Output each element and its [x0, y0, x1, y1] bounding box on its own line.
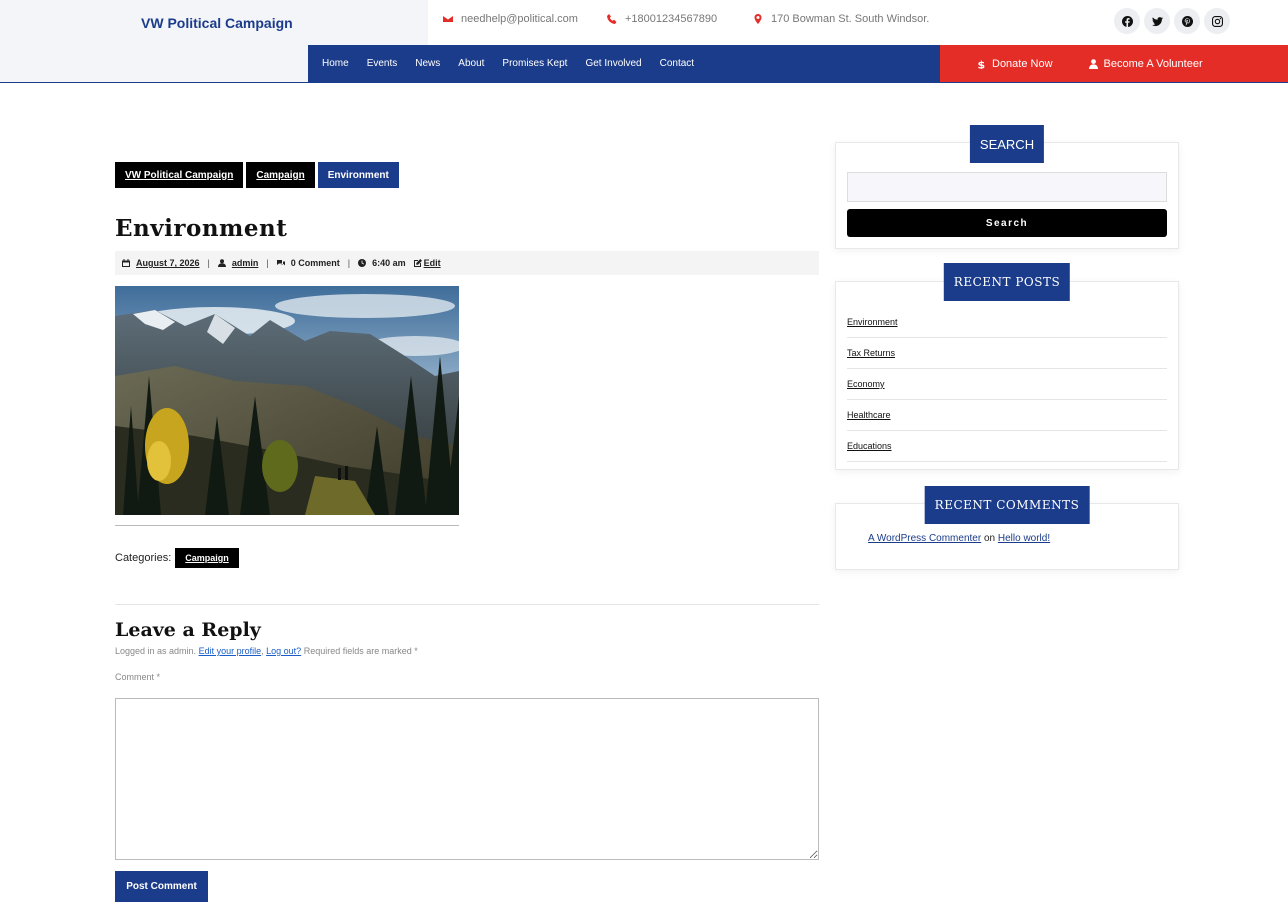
image-divider — [115, 525, 459, 526]
map-marker-icon — [754, 14, 762, 24]
topbar-email: needhelp@political.com — [443, 13, 578, 25]
header-divider — [0, 82, 1288, 83]
twitter-icon — [1151, 16, 1163, 26]
comment-label: Comment * — [115, 672, 161, 682]
recent-comment-item: A WordPress Commenter on Hello world! — [868, 533, 1050, 544]
nav-item-promises-kept[interactable]: Promises Kept — [502, 58, 567, 69]
topbar-phone-text[interactable]: +18001234567890 — [625, 13, 717, 25]
reply-title: Leave a Reply — [115, 619, 261, 641]
phone-icon — [607, 14, 617, 24]
logout-link[interactable]: Log out? — [266, 646, 301, 656]
category-tag[interactable]: Campaign — [175, 548, 239, 568]
volunteer-button[interactable]: Become A Volunteer — [1088, 57, 1203, 70]
search-widget: SEARCH Search — [835, 125, 1179, 249]
facebook-button[interactable] — [1114, 8, 1140, 34]
nav-item-about[interactable]: About — [458, 58, 484, 69]
meta-author: admin — [217, 258, 259, 268]
recent-posts-title: RECENT POSTS — [943, 263, 1071, 301]
recent-post-link[interactable]: Environment — [847, 307, 1167, 338]
twitter-button[interactable] — [1144, 8, 1170, 34]
topbar-email-text[interactable]: needhelp@political.com — [461, 13, 578, 25]
meta-comments: 0 Comment — [276, 258, 340, 268]
calendar-icon — [122, 259, 130, 267]
instagram-button[interactable] — [1204, 8, 1230, 34]
site-brand[interactable]: VW Political Campaign — [141, 15, 293, 31]
meta-edit[interactable]: Edit — [413, 258, 441, 268]
logged-in-text: Logged in as admin. — [115, 646, 197, 656]
comment-on-text: on — [983, 533, 996, 544]
comment-post-link[interactable]: Hello world! — [998, 533, 1050, 544]
search-widget-title: SEARCH — [969, 125, 1045, 163]
post-title: Environment — [115, 215, 288, 242]
edit-profile-link[interactable]: Edit your profile — [199, 646, 262, 656]
pinterest-button[interactable] — [1174, 8, 1200, 34]
mountain-landscape-image — [115, 286, 459, 515]
recent-posts-widget: RECENT POSTS Environment Tax Returns Eco… — [835, 263, 1179, 470]
recent-post-link[interactable]: Tax Returns — [847, 338, 1167, 369]
meta-comments-count: 0 Comment — [290, 258, 340, 268]
search-button[interactable]: Search — [847, 209, 1167, 237]
meta-separator: | — [347, 258, 351, 268]
pinterest-icon — [1181, 15, 1193, 27]
donate-button[interactable]: $ Donate Now — [977, 58, 1053, 70]
topbar-address: 170 Bowman St. South Windsor. — [753, 13, 929, 25]
post-comment-button[interactable]: Post Comment — [115, 871, 208, 902]
comments-divider — [115, 604, 819, 605]
nav-item-home[interactable]: Home — [322, 58, 349, 69]
nav-item-contact[interactable]: Contact — [660, 58, 694, 69]
meta-date: August 7, 2026 — [122, 258, 200, 268]
comma: , — [261, 646, 264, 656]
recent-post-link[interactable]: Healthcare — [847, 400, 1167, 431]
search-input[interactable] — [847, 172, 1167, 202]
breadcrumb-home[interactable]: VW Political Campaign — [115, 162, 244, 188]
meta-separator: | — [207, 258, 210, 268]
meta-author-link[interactable]: admin — [232, 258, 259, 268]
facebook-icon — [1121, 15, 1133, 27]
post-meta: August 7, 2026 | admin | 0 Comment | 6:4… — [115, 251, 819, 275]
topbar-phone: +18001234567890 — [607, 13, 717, 25]
recent-post-link[interactable]: Economy — [847, 369, 1167, 400]
svg-text:$: $ — [978, 59, 986, 69]
categories-label: Categories: — [115, 552, 172, 564]
main-nav: Home Events News About Promises Kept Get… — [308, 45, 940, 82]
logged-in-notice: Logged in as admin. Edit your profile, L… — [115, 646, 418, 656]
post-categories: Categories: Campaign — [115, 548, 239, 568]
breadcrumb-campaign[interactable]: Campaign — [246, 162, 315, 188]
dollar-icon: $ — [978, 59, 986, 69]
meta-edit-link[interactable]: Edit — [424, 258, 441, 268]
recent-posts-list: Environment Tax Returns Economy Healthca… — [847, 307, 1167, 462]
breadcrumb-current: Environment — [317, 162, 399, 188]
comment-textarea[interactable] — [115, 698, 819, 860]
social-links — [1114, 8, 1230, 34]
topbar-address-text: 170 Bowman St. South Windsor. — [771, 13, 930, 25]
user-icon — [217, 259, 226, 267]
edit-icon — [413, 259, 422, 267]
recent-post-link[interactable]: Educations — [847, 431, 1167, 462]
volunteer-label: Become A Volunteer — [1103, 57, 1203, 70]
cta-bar: $ Donate Now Become A Volunteer — [940, 45, 1288, 82]
clock-icon — [358, 259, 367, 267]
meta-time-text: 6:40 am — [372, 258, 406, 268]
comments-icon — [276, 260, 285, 266]
featured-image — [115, 286, 459, 515]
breadcrumb: VW Political Campaign Campaign Environme… — [115, 162, 399, 188]
recent-comments-title: RECENT COMMENTS — [924, 486, 1090, 524]
recent-comments-widget: RECENT COMMENTS A WordPress Commenter on… — [835, 486, 1179, 570]
donate-label: Donate Now — [992, 57, 1053, 70]
instagram-icon — [1211, 15, 1223, 27]
comment-author-link[interactable]: A WordPress Commenter — [868, 533, 981, 544]
nav-item-events[interactable]: Events — [367, 58, 398, 69]
required-note: Required fields are marked * — [303, 646, 418, 656]
nav-item-news[interactable]: News — [415, 58, 440, 69]
user-icon — [1088, 58, 1098, 69]
envelope-icon — [443, 16, 453, 22]
meta-time: 6:40 am — [358, 258, 406, 268]
meta-date-link[interactable]: August 7, 2026 — [136, 258, 200, 268]
meta-separator: | — [266, 258, 269, 268]
nav-item-get-involved[interactable]: Get Involved — [585, 58, 641, 69]
